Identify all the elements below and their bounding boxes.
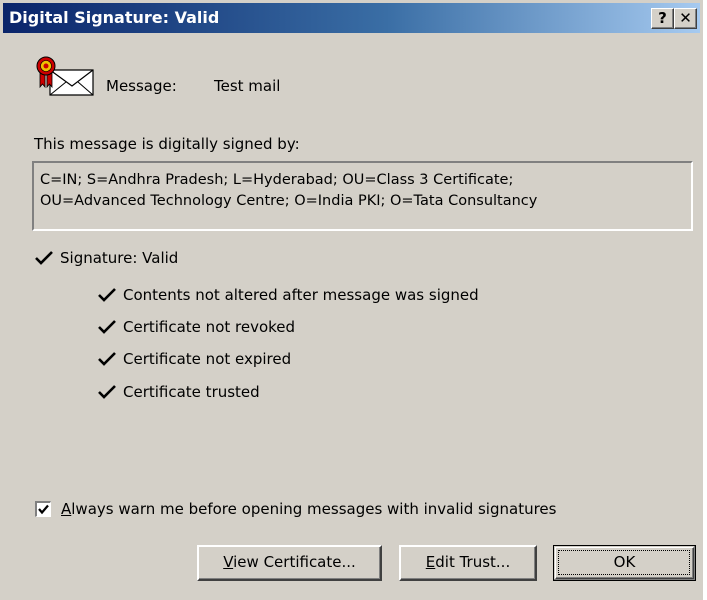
ok-button-label: OK bbox=[613, 553, 636, 571]
check-item-text: Certificate not revoked bbox=[123, 318, 296, 336]
signed-by-label: This message is digitally signed by: bbox=[34, 135, 300, 153]
background-edge bbox=[703, 0, 707, 600]
signature-status-text: Signature: Valid bbox=[60, 249, 179, 267]
checkmark-icon bbox=[98, 385, 116, 399]
close-button[interactable]: ✕ bbox=[674, 8, 697, 29]
checkmark-icon bbox=[98, 352, 116, 366]
always-warn-label[interactable]: Always warn me before opening messages w… bbox=[61, 500, 556, 518]
check-item-text: Certificate trusted bbox=[123, 383, 260, 401]
accelerator-key: E bbox=[425, 553, 436, 571]
signer-line: C=IN; S=Andhra Pradesh; L=Hyderabad; OU=… bbox=[40, 172, 514, 188]
check-item-text: Certificate not expired bbox=[123, 350, 292, 368]
accelerator-key: V bbox=[223, 553, 234, 571]
always-warn-label-rest: lways warn me before opening messages wi… bbox=[71, 500, 557, 518]
message-label: Message: bbox=[106, 77, 177, 95]
help-icon: ? bbox=[658, 9, 667, 27]
title-bar[interactable]: Digital Signature: Valid ? ✕ bbox=[3, 3, 700, 33]
help-button[interactable]: ? bbox=[651, 8, 674, 29]
view-certificate-button[interactable]: View Certificate... bbox=[197, 545, 382, 581]
check-item: Certificate trusted bbox=[97, 383, 260, 401]
check-item: Certificate not revoked bbox=[97, 318, 295, 336]
signature-status: Signature: Valid bbox=[34, 249, 178, 267]
checkmark-icon bbox=[98, 288, 116, 302]
check-item-text: Contents not altered after message was s… bbox=[123, 286, 479, 304]
edit-trust-button[interactable]: Edit Trust... bbox=[399, 545, 537, 581]
message-subject: Test mail bbox=[214, 77, 281, 95]
digital-signature-dialog: Digital Signature: Valid ? ✕ Message: Te… bbox=[0, 0, 703, 600]
checkmark-icon bbox=[35, 251, 53, 265]
close-icon: ✕ bbox=[679, 9, 692, 27]
checkbox-check-icon bbox=[38, 504, 49, 515]
window-title: Digital Signature: Valid bbox=[9, 8, 220, 27]
signed-envelope-icon bbox=[36, 56, 94, 96]
edit-trust-label: dit Trust... bbox=[435, 553, 511, 571]
signer-line: OU=Advanced Technology Centre; O=India P… bbox=[40, 193, 538, 209]
always-warn-option[interactable]: Always warn me before opening messages w… bbox=[35, 500, 556, 518]
ok-button[interactable]: OK bbox=[553, 545, 696, 581]
checkmark-icon bbox=[98, 320, 116, 334]
always-warn-checkbox[interactable] bbox=[35, 501, 51, 517]
check-item: Certificate not expired bbox=[97, 350, 291, 368]
check-item: Contents not altered after message was s… bbox=[97, 286, 479, 304]
signer-details-field[interactable]: C=IN; S=Andhra Pradesh; L=Hyderabad; OU=… bbox=[32, 161, 693, 231]
accelerator-key: A bbox=[61, 500, 72, 518]
view-certificate-label: iew Certificate... bbox=[233, 553, 356, 571]
